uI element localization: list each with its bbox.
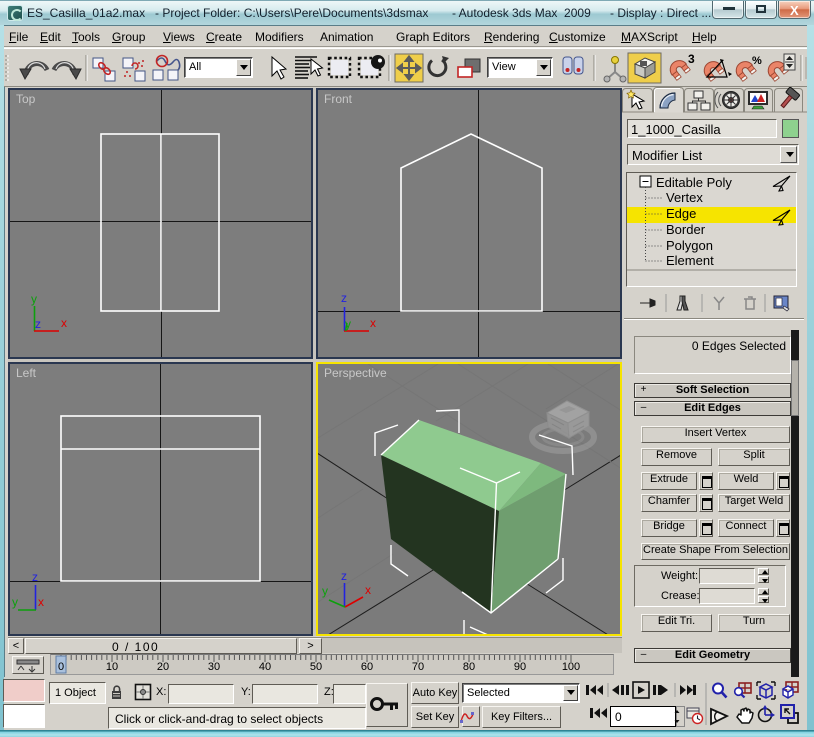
svg-text:30: 30 [208,661,220,673]
svg-text:z: z [32,570,38,584]
svg-text:Border: Border [666,222,706,237]
svg-text:y: y [322,584,328,598]
svg-text:z: z [35,317,41,331]
svg-text:z: z [341,291,347,305]
svg-text:x: x [61,316,67,330]
svg-text:%: % [752,55,762,67]
svg-text:Element: Element [666,253,714,268]
svg-text:z: z [341,569,347,583]
svg-text:y: y [345,317,351,331]
svg-text:x: x [38,595,44,609]
svg-text:60: 60 [361,661,373,673]
svg-text:20: 20 [157,661,169,673]
svg-text:100: 100 [562,661,580,673]
svg-text:x: x [365,583,371,597]
svg-text:Edge: Edge [666,206,696,221]
svg-text:10: 10 [106,661,118,673]
svg-text:Polygon: Polygon [666,238,713,253]
svg-text:70: 70 [412,661,424,673]
svg-text:40: 40 [259,661,271,673]
svg-text:x: x [370,316,376,330]
svg-text:0: 0 [58,661,64,673]
svg-text:3: 3 [688,52,695,66]
svg-text:Editable Poly: Editable Poly [656,175,732,190]
svg-text:50: 50 [310,661,322,673]
svg-text:y: y [31,292,37,306]
svg-text:90: 90 [514,661,526,673]
svg-text:Vertex: Vertex [666,190,703,205]
svg-text:y: y [12,595,18,609]
svg-text:80: 80 [463,661,475,673]
